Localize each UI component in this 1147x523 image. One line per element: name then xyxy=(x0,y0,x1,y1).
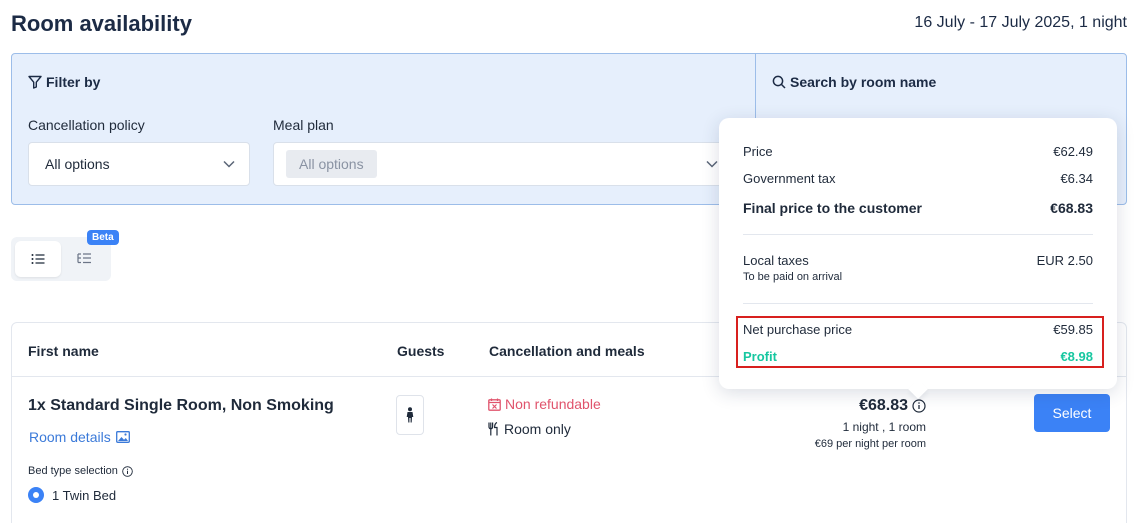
government-tax-row: Government tax €6.34 xyxy=(743,171,1093,186)
grouped-view-button[interactable] xyxy=(61,241,107,277)
fork-knife-icon xyxy=(488,422,500,436)
government-tax-value: €6.34 xyxy=(1060,171,1093,186)
room-name: 1x Standard Single Room, Non Smoking xyxy=(28,397,334,414)
image-icon xyxy=(115,431,130,443)
bed-type-label: Bed type selection xyxy=(28,465,133,477)
column-header-guests: Guests xyxy=(397,343,445,359)
guest-indicator xyxy=(396,395,424,435)
filter-heading: Filter by xyxy=(28,74,100,90)
cancellation-policy-select[interactable]: All options xyxy=(28,142,250,186)
cancellation-policy-label: Cancellation policy xyxy=(28,117,145,133)
info-icon[interactable] xyxy=(122,465,133,477)
meal-label: Room only xyxy=(504,421,571,437)
calendar-x-icon xyxy=(488,398,501,411)
filter-icon xyxy=(28,75,42,89)
room-details-label: Room details xyxy=(29,429,111,445)
meal-info: Room only xyxy=(488,421,571,437)
cancellation-status-label: Non refundable xyxy=(505,396,601,412)
meal-plan-chip: All options xyxy=(286,150,377,178)
local-taxes-row: Local taxes EUR 2.50 xyxy=(743,253,1093,268)
info-icon[interactable] xyxy=(912,399,926,413)
final-price-label: Final price to the customer xyxy=(743,200,922,216)
room-price: €68.83 xyxy=(859,397,926,415)
cancellation-policy-value: All options xyxy=(45,156,110,172)
final-price-row: Final price to the customer €68.83 xyxy=(743,200,1093,216)
price-label: Price xyxy=(743,144,773,159)
column-header-cancellation: Cancellation and meals xyxy=(489,343,645,359)
search-heading-label: Search by room name xyxy=(790,74,937,90)
highlight-box xyxy=(736,316,1104,368)
meal-plan-label: Meal plan xyxy=(273,117,334,133)
bed-option-label: 1 Twin Bed xyxy=(52,487,117,503)
price-row: Price €62.49 xyxy=(743,144,1093,159)
filter-heading-label: Filter by xyxy=(46,74,101,90)
final-price-value: €68.83 xyxy=(1050,200,1093,216)
date-range: 16 July - 17 July 2025, 1 night xyxy=(914,14,1127,31)
search-heading: Search by room name xyxy=(772,74,936,90)
price-per-night: €69 per night per room xyxy=(814,438,926,450)
radio-selected-icon xyxy=(28,487,44,503)
room-price-value: €68.83 xyxy=(859,397,908,414)
bed-type-label-text: Bed type selection xyxy=(28,465,118,477)
grouped-list-icon xyxy=(76,253,92,265)
select-room-button[interactable]: Select xyxy=(1034,394,1110,432)
local-taxes-note: To be paid on arrival xyxy=(743,271,843,283)
local-taxes-value: EUR 2.50 xyxy=(1036,253,1093,268)
column-header-first-name: First name xyxy=(28,343,99,359)
chevron-down-icon xyxy=(223,160,235,168)
bed-option-radio[interactable]: 1 Twin Bed xyxy=(28,487,116,503)
popover-divider xyxy=(743,303,1093,304)
local-taxes-label: Local taxes xyxy=(743,253,809,268)
government-tax-label: Government tax xyxy=(743,171,836,186)
chevron-down-icon xyxy=(706,160,718,168)
search-icon xyxy=(772,75,786,89)
beta-badge: Beta xyxy=(87,230,119,245)
list-icon xyxy=(31,253,45,265)
price-nights-rooms: 1 night , 1 room xyxy=(842,420,926,434)
page-title: Room availability xyxy=(11,11,192,36)
price-value: €62.49 xyxy=(1053,144,1093,159)
room-details-link[interactable]: Room details xyxy=(29,429,130,445)
person-icon xyxy=(405,407,415,423)
popover-divider xyxy=(743,234,1093,235)
meal-plan-select[interactable]: All options xyxy=(273,142,733,186)
cancellation-status: Non refundable xyxy=(488,396,601,412)
list-view-button[interactable] xyxy=(15,241,61,277)
price-breakdown-popover: Price €62.49 Government tax €6.34 Final … xyxy=(719,118,1117,389)
